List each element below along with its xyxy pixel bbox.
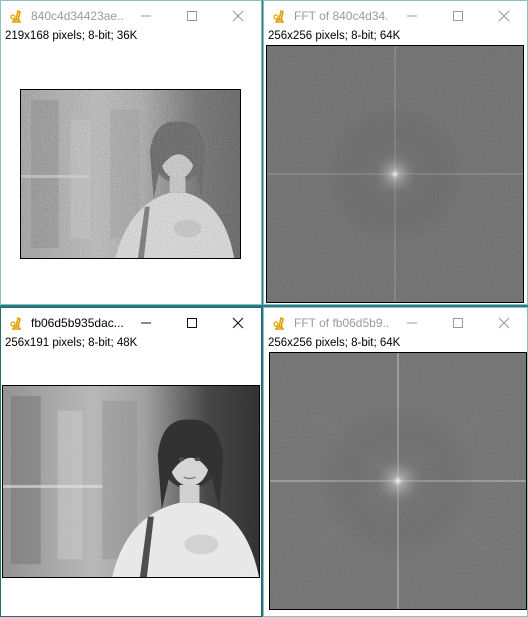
image-info: 219x168 pixels; 8-bit; 36K <box>5 30 138 42</box>
imagej-microscope-icon <box>10 316 21 330</box>
maximize-icon <box>187 318 197 328</box>
grainy-portrait-photo <box>21 90 240 258</box>
minimize-button[interactable] <box>389 308 435 338</box>
title-bar[interactable]: FFT of fb06d5b9... <box>264 308 527 338</box>
title-bar[interactable]: FFT of 840c4d34... <box>264 1 527 31</box>
portrait-photo <box>3 386 259 577</box>
close-button[interactable] <box>481 308 527 338</box>
fft-window-1[interactable]: FFT of 840c4d34... 256x256 pixels; 8-bit… <box>263 0 528 305</box>
fft-canvas[interactable] <box>269 352 527 610</box>
window-title: 840c4d34423ae... <box>31 9 123 23</box>
imagej-microscope-icon <box>10 9 21 23</box>
minimize-button[interactable] <box>123 308 169 338</box>
fft-spectrum <box>267 46 523 302</box>
title-bar[interactable]: fb06d5b935dac... <box>1 308 261 338</box>
image-info: 256x256 pixels; 8-bit; 64K <box>268 337 401 349</box>
window-title: FFT of 840c4d34... <box>294 9 389 23</box>
image-window-1[interactable]: 840c4d34423ae... 219x168 pixels; 8-bit; … <box>0 0 262 305</box>
image-info: 256x256 pixels; 8-bit; 64K <box>268 30 401 42</box>
imagej-microscope-icon <box>273 316 284 330</box>
maximize-icon <box>187 11 197 21</box>
maximize-button[interactable] <box>169 308 215 338</box>
maximize-button[interactable] <box>435 308 481 338</box>
image-canvas[interactable] <box>20 89 241 259</box>
imagej-microscope-icon <box>273 9 284 23</box>
maximize-button[interactable] <box>435 1 481 31</box>
minimize-icon <box>407 15 417 17</box>
window-title: FFT of fb06d5b9... <box>294 316 389 330</box>
close-button[interactable] <box>215 308 261 338</box>
close-icon <box>498 317 510 329</box>
window-title: fb06d5b935dac... <box>31 316 123 330</box>
close-icon <box>232 317 244 329</box>
fft-window-2[interactable]: FFT of fb06d5b9... 256x256 pixels; 8-bit… <box>263 307 528 617</box>
close-button[interactable] <box>215 1 261 31</box>
maximize-button[interactable] <box>169 1 215 31</box>
minimize-icon <box>407 322 417 324</box>
close-icon <box>498 10 510 22</box>
image-canvas[interactable] <box>2 385 260 578</box>
fft-canvas[interactable] <box>266 45 524 303</box>
image-window-2[interactable]: fb06d5b935dac... 256x191 pixels; 8-bit; … <box>0 307 262 617</box>
minimize-button[interactable] <box>389 1 435 31</box>
maximize-icon <box>453 11 463 21</box>
title-bar[interactable]: 840c4d34423ae... <box>1 1 261 31</box>
close-icon <box>232 10 244 22</box>
close-button[interactable] <box>481 1 527 31</box>
minimize-button[interactable] <box>123 1 169 31</box>
minimize-icon <box>141 15 151 17</box>
minimize-icon <box>141 322 151 324</box>
maximize-icon <box>453 318 463 328</box>
image-info: 256x191 pixels; 8-bit; 48K <box>5 337 138 349</box>
fft-spectrum <box>270 353 526 609</box>
